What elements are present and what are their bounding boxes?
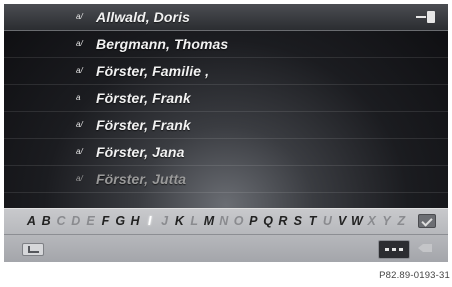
keyboard-divider <box>4 234 448 235</box>
figure-reference: P82.89-0193-31 <box>379 270 450 281</box>
head-unit-screen: a/ Allwald, Doris a/ Bergmann, Thomas a/… <box>4 4 448 262</box>
letter-key[interactable]: V <box>335 214 350 228</box>
letter-key[interactable]: X <box>364 214 379 228</box>
contact-type-icon: a/ <box>76 174 83 183</box>
letter-key[interactable]: W <box>350 214 365 228</box>
contact-type-icon: a/ <box>76 39 83 48</box>
contact-row[interactable]: a/ Förster, Jutta <box>4 166 448 193</box>
letter-key[interactable]: P <box>246 214 261 228</box>
letter-key[interactable]: T <box>305 214 320 228</box>
letter-key[interactable]: I <box>142 214 157 228</box>
letter-key[interactable]: G <box>113 214 128 228</box>
letter-key[interactable]: F <box>98 214 113 228</box>
contact-row[interactable]: a/ Förster, Jana <box>4 139 448 166</box>
letter-key[interactable]: E <box>83 214 98 228</box>
contact-name: Bergmann, Thomas <box>96 36 229 52</box>
contact-row[interactable]: a/ Bergmann, Thomas <box>4 31 448 58</box>
contact-name: Förster, Familie , <box>96 63 210 79</box>
letter-key[interactable]: C <box>54 214 69 228</box>
contact-type-icon: a/ <box>76 66 83 75</box>
letter-key[interactable]: R <box>276 214 291 228</box>
letter-key[interactable]: N <box>216 214 231 228</box>
letter-strip: A B C D E F G H I J K L M N O P Q R S T … <box>24 212 410 230</box>
contact-name: Förster, Jana <box>96 144 185 160</box>
contact-name: Förster, Frank <box>96 90 191 106</box>
delete-backspace-icon[interactable] <box>418 242 434 254</box>
contact-type-icon: a/ <box>76 12 83 21</box>
letter-key[interactable]: Z <box>394 214 409 228</box>
letter-key[interactable]: M <box>202 214 217 228</box>
contact-name: Förster, Frank <box>96 117 191 133</box>
character-bar: A B C D E F G H I J K L M N O P Q R S T … <box>4 208 448 262</box>
contact-type-icon: a/ <box>76 147 83 156</box>
contact-type-icon: a <box>76 93 81 102</box>
letter-key[interactable]: A <box>24 214 39 228</box>
letter-key[interactable]: U <box>320 214 335 228</box>
letter-key[interactable]: H <box>128 214 143 228</box>
letter-key[interactable]: J <box>157 214 172 228</box>
letter-key[interactable]: Y <box>379 214 394 228</box>
input-mode-icon[interactable] <box>378 240 410 259</box>
letter-key[interactable]: S <box>290 214 305 228</box>
contact-type-icon: a/ <box>76 120 83 129</box>
plug-icon[interactable] <box>416 11 436 23</box>
letter-key[interactable]: B <box>39 214 54 228</box>
contact-row[interactable]: a/ Förster, Familie , <box>4 58 448 85</box>
contact-name: Allwald, Doris <box>96 9 190 25</box>
letter-key[interactable]: L <box>187 214 202 228</box>
letter-key[interactable]: D <box>68 214 83 228</box>
contact-row[interactable]: a Förster, Frank <box>4 85 448 112</box>
ok-check-icon[interactable] <box>418 214 436 228</box>
letter-key[interactable]: O <box>231 214 246 228</box>
letter-key[interactable]: K <box>172 214 187 228</box>
contact-row[interactable]: a/ Förster, Frank <box>4 112 448 139</box>
contact-list: a/ Allwald, Doris a/ Bergmann, Thomas a/… <box>4 4 448 193</box>
letter-key[interactable]: Q <box>261 214 276 228</box>
contact-name: Förster, Jutta <box>96 171 187 187</box>
contact-row[interactable]: a/ Allwald, Doris <box>4 4 448 31</box>
back-arrow-icon[interactable] <box>22 243 44 256</box>
